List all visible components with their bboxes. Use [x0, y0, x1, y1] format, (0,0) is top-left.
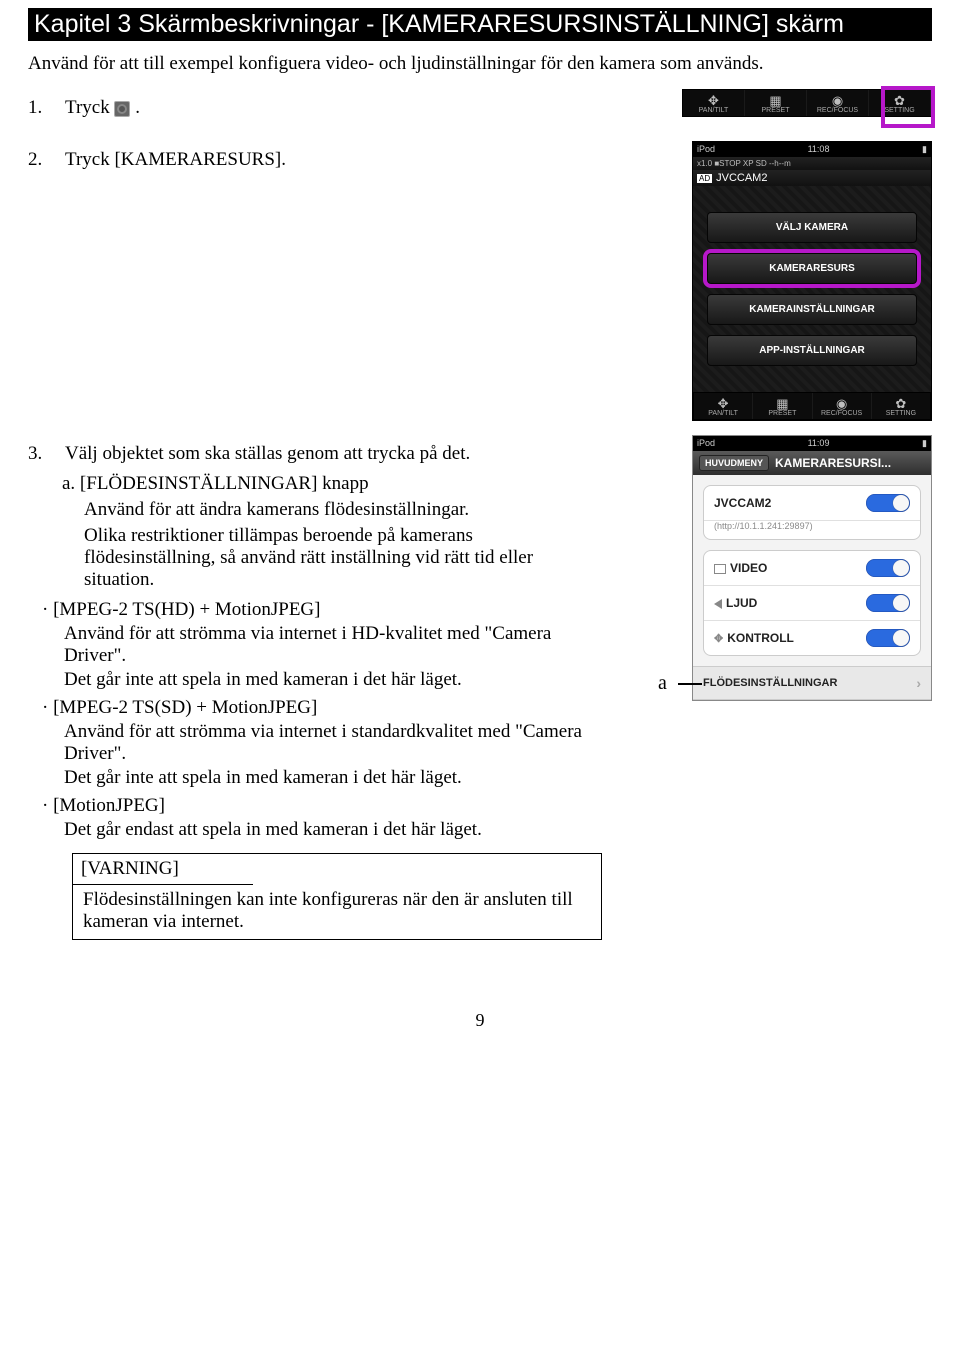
toolbar-setting[interactable]: ✿ SETTING [869, 90, 931, 116]
step-3-num: 3. [28, 443, 42, 464]
step-1: 1. Tryck . [28, 97, 588, 119]
step-3a-label: a. [FLÖDESINSTÄLLNINGAR] knapp [62, 473, 602, 495]
step-3a-p1: Använd för att ändra kamerans flödesinst… [84, 499, 602, 521]
status2-battery-icon: ▮ [922, 438, 927, 449]
row-jvccam2-url: (http://10.1.1.241:29897) [704, 521, 920, 539]
row-ljud[interactable]: LJUD [704, 586, 920, 621]
row-flow-label: FLÖDESINSTÄLLNINGAR [703, 677, 837, 689]
menu-app-installningar[interactable]: APP-INSTÄLLNINGAR [707, 335, 917, 366]
step-3: 3. Välj objektet som ska ställas genom a… [28, 443, 602, 465]
phone-tb-setting[interactable]: ✿SETTING [872, 393, 930, 419]
callout-line-icon [678, 683, 702, 685]
step-1-text: Tryck [65, 97, 110, 118]
menu-kamerainstallningar[interactable]: KAMERAINSTÄLLNINGAR [707, 294, 917, 325]
row-jvccam2-label: JVCCAM2 [714, 496, 771, 510]
warning-body: Flödesinställningen kan inte konfigurera… [73, 885, 601, 939]
toggle-jvccam2[interactable] [866, 494, 910, 512]
mode1-p1: Använd för att strömma via internet i HD… [64, 623, 602, 667]
phone-screenshot-1: iPod 11:08 ▮ x1.0 ■STOP XP SD --h--m ADJ… [692, 141, 932, 421]
nav-title: KAMERARESURSI... [775, 456, 891, 470]
step-2-text: Tryck [KAMERARESURS]. [65, 149, 286, 170]
toolbar-pantilt-label: PAN/TILT [683, 107, 744, 114]
callout-a: a [658, 672, 667, 694]
toolbar-figure: ✥ PAN/TILT ▦ PRESET ◉ REC/FOCUS ✿ SETTIN… [682, 89, 932, 117]
status2-carrier: iPod [697, 438, 715, 449]
toolbar-preset[interactable]: ▦ PRESET [745, 90, 807, 116]
toggle-ljud[interactable] [866, 594, 910, 612]
back-button[interactable]: HUVUDMENY [699, 455, 769, 471]
step-1-suffix: . [135, 97, 140, 118]
mode3-head: · [MotionJPEG] [42, 795, 602, 817]
menu-kameraresurs[interactable]: KAMERARESURS [707, 253, 917, 284]
camera-brand: ADJVCCAM2 [693, 170, 931, 186]
row-kontroll-label: KONTROLL [727, 631, 794, 645]
status-battery-icon: ▮ [922, 144, 927, 155]
warning-box: [VARNING] Flödesinställningen kan inte k… [72, 853, 602, 940]
chapter-title: Kapitel 3 Skärmbeskrivningar - [KAMERARE… [28, 8, 932, 41]
toggle-kontroll[interactable] [866, 629, 910, 647]
phone-screenshot-2: iPod 11:09 ▮ HUVUDMENY KAMERARESURSI... … [692, 435, 932, 701]
step-1-num: 1. [28, 97, 42, 118]
phone-tb-recfocus[interactable]: ◉REC/FOCUS [813, 393, 872, 419]
warning-title: [VARNING] [73, 854, 253, 885]
row-video[interactable]: VIDEO [704, 551, 920, 586]
mode2-head: · [MPEG-2 TS(SD) + MotionJPEG] [42, 697, 602, 719]
row-ljud-label: LJUD [726, 596, 757, 610]
toolbar-pantilt[interactable]: ✥ PAN/TILT [683, 90, 745, 116]
intro-text: Använd för att till exempel konfiguera v… [28, 53, 932, 75]
toolbar-recfocus-label: REC/FOCUS [807, 107, 868, 114]
step-2-num: 2. [28, 149, 42, 170]
page-number: 9 [28, 1010, 932, 1031]
video-icon [714, 564, 726, 574]
toolbar-preset-label: PRESET [745, 107, 806, 114]
toolbar-recfocus[interactable]: ◉ REC/FOCUS [807, 90, 869, 116]
step-2: 2. Tryck [KAMERARESURS]. [28, 149, 588, 171]
control-icon: ✥ [714, 632, 723, 645]
mode2-p1: Använd för att strömma via internet i st… [64, 721, 602, 765]
row-jvccam2[interactable]: JVCCAM2 [704, 486, 920, 521]
status-carrier: iPod [697, 144, 715, 155]
audio-icon [714, 599, 722, 609]
step-3a-p2: Olika restriktioner tillämpas beroende p… [84, 525, 602, 591]
mode1-p2: Det går inte att spela in med kameran i … [64, 669, 602, 691]
row-video-label: VIDEO [730, 561, 767, 575]
phone-tb-pantilt[interactable]: ✥PAN/TILT [694, 393, 753, 419]
phone-tb-preset[interactable]: ▦PRESET [753, 393, 812, 419]
toolbar-setting-label: SETTING [869, 107, 930, 114]
mode2-p2: Det går inte att spela in med kameran i … [64, 767, 602, 789]
chevron-right-icon: › [916, 675, 921, 691]
menu-valj-kamera[interactable]: VÄLJ KAMERA [707, 212, 917, 243]
mode3-p1: Det går endast att spela in med kameran … [64, 819, 602, 841]
status-time: 11:08 [808, 144, 830, 155]
camera-info-line: x1.0 ■STOP XP SD --h--m [693, 157, 931, 170]
status2-time: 11:09 [808, 438, 830, 449]
toggle-video[interactable] [866, 559, 910, 577]
phone-toolbar: ✥PAN/TILT ▦PRESET ◉REC/FOCUS ✿SETTING [693, 392, 931, 420]
mode1-head: · [MPEG-2 TS(HD) + MotionJPEG] [42, 599, 602, 621]
row-kontroll[interactable]: ✥ KONTROLL [704, 621, 920, 655]
step-3-text: Välj objektet som ska ställas genom att … [65, 443, 470, 464]
row-flodesinstallningar[interactable]: FLÖDESINSTÄLLNINGAR › [693, 666, 931, 700]
gear-icon [114, 101, 130, 117]
